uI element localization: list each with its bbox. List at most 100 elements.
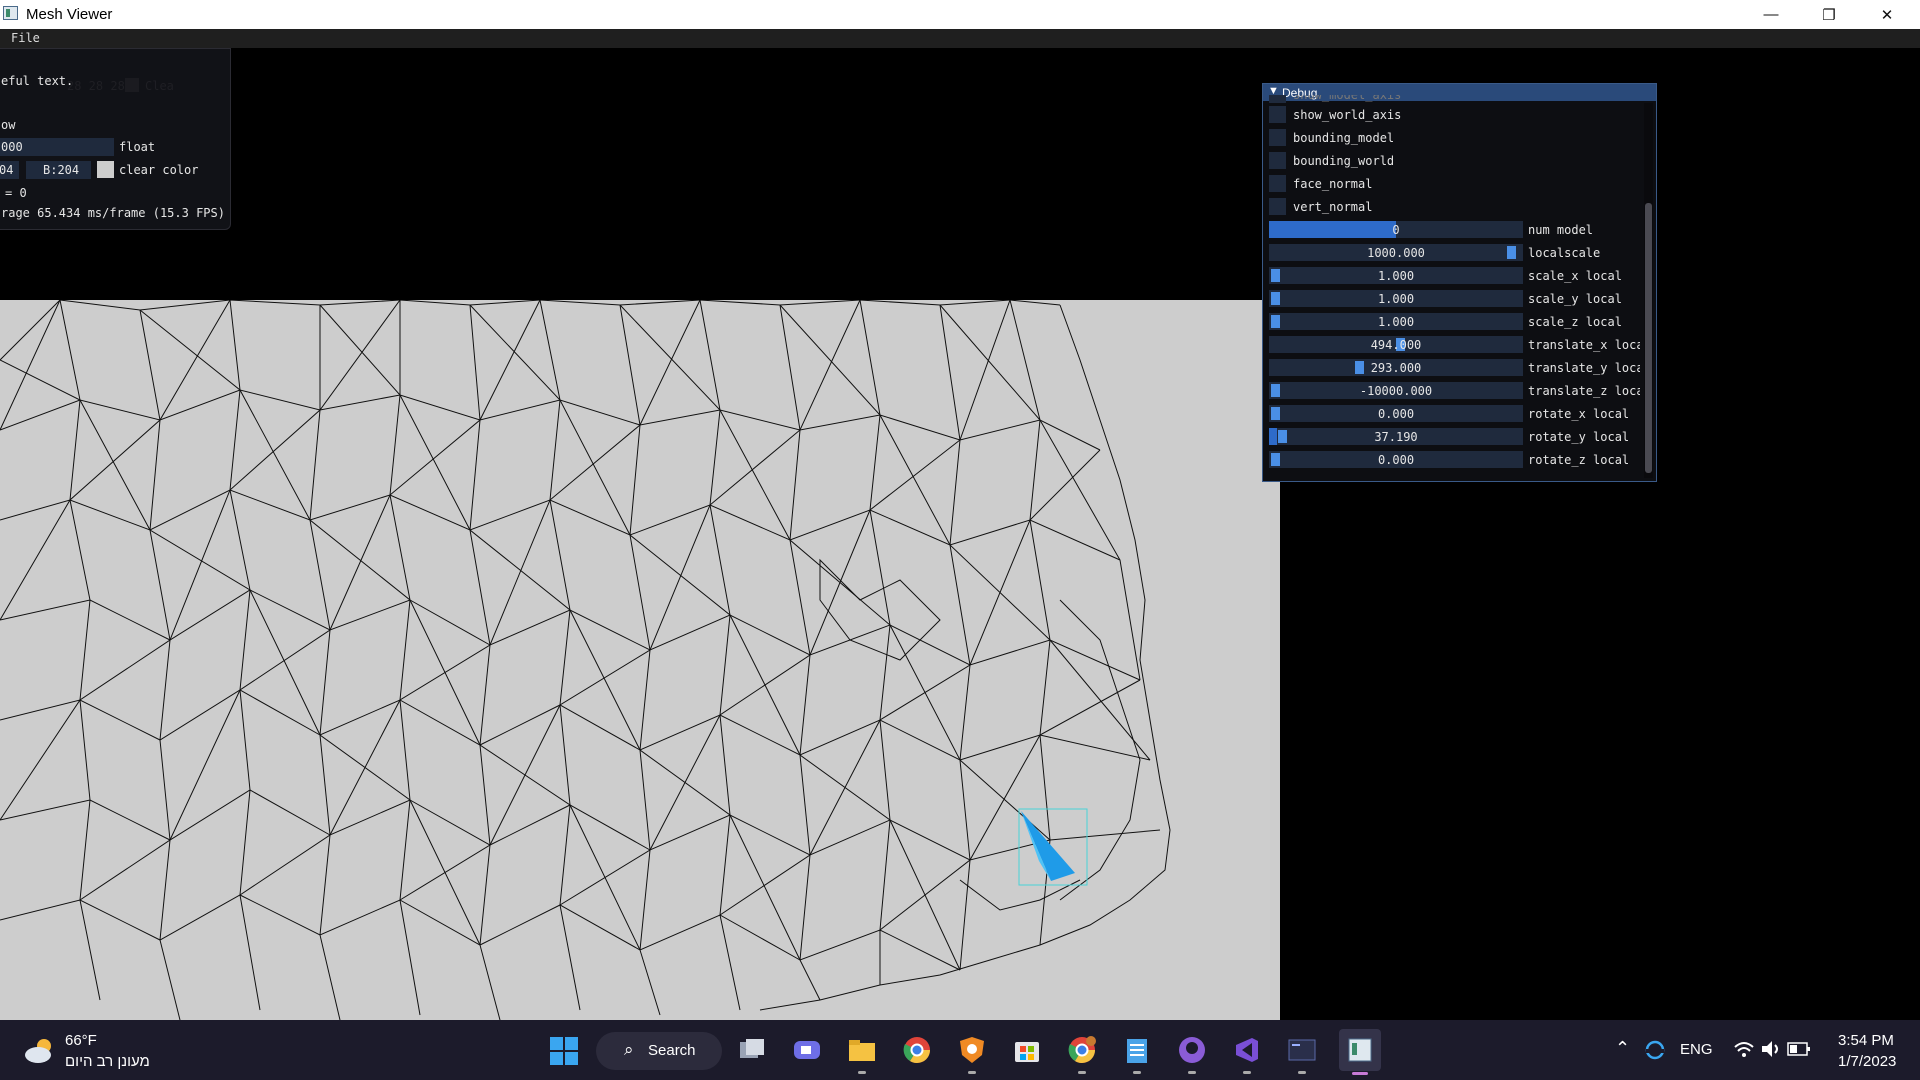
slider-track[interactable]: 0.000 (1269, 451, 1523, 468)
sync-icon[interactable] (1643, 1038, 1667, 1062)
running-indicator (1188, 1071, 1196, 1074)
running-indicator (1298, 1071, 1306, 1074)
visual-studio-icon[interactable] (1229, 1032, 1265, 1074)
slider-track[interactable]: 1.000 (1269, 313, 1523, 330)
checkbox[interactable] (1269, 106, 1286, 123)
checkbox-row-bounding-world[interactable]: bounding_world (1269, 151, 1639, 170)
menu-bar: File (0, 29, 1920, 48)
panel-text: eful text. (1, 74, 74, 88)
checkbox-row-show-world-axis[interactable]: show_world_axis (1269, 105, 1639, 124)
battery-icon[interactable] (1787, 1041, 1811, 1057)
volume-icon[interactable] (1760, 1039, 1782, 1059)
checkbox-label: bounding_world (1293, 154, 1395, 168)
running-indicator (1243, 1071, 1251, 1074)
running-indicator (1078, 1071, 1086, 1074)
chrome-icon[interactable] (899, 1032, 935, 1068)
slider-label: scale_z local (1528, 315, 1622, 329)
slider-track[interactable]: 0.000 (1269, 405, 1523, 422)
active-indicator (1352, 1072, 1368, 1075)
checkbox-row-vert-normal[interactable]: vert_normal (1269, 197, 1639, 216)
chrome-profile-icon[interactable] (1064, 1032, 1100, 1074)
cursor-cone-icon (1018, 808, 1088, 886)
close-button[interactable]: ✕ (1858, 0, 1916, 29)
slider-translate-x[interactable]: 494.000 translate_x local (1269, 335, 1640, 354)
file-explorer-icon[interactable] (844, 1032, 880, 1074)
checkbox[interactable] (1269, 175, 1286, 192)
faded-clear-label: Clea (145, 79, 174, 93)
slider-track[interactable]: 1.000 (1269, 267, 1523, 284)
windows-start-icon[interactable] (549, 1036, 579, 1066)
mesh-scene[interactable] (0, 300, 1280, 1020)
slider-value: 37.190 (1374, 430, 1418, 444)
slider-value: 1.000 (1377, 292, 1415, 306)
checkbox-label: show_model_axis (1293, 95, 1402, 102)
slider-value: 0.000 (1377, 407, 1415, 421)
notepad-icon[interactable] (1119, 1032, 1155, 1074)
checkbox[interactable] (1269, 198, 1286, 215)
slider-translate-z[interactable]: -10000.000 translate_z local (1269, 381, 1640, 400)
checkbox[interactable] (1269, 129, 1286, 146)
slider-track[interactable]: 1.000 (1269, 290, 1523, 307)
slider-track[interactable]: 1000.000 (1269, 244, 1523, 261)
slider-label: rotate_z local (1528, 453, 1630, 467)
app-icon (3, 6, 18, 20)
minimize-button[interactable]: — (1742, 0, 1800, 29)
weather-cloud-icon[interactable] (22, 1036, 58, 1064)
counter-text: = 0 (5, 186, 27, 200)
clear-color-swatch[interactable] (97, 161, 114, 178)
taskbar-search[interactable]: ⌕ Search (596, 1032, 722, 1070)
checkbox[interactable] (1269, 95, 1286, 103)
scrollbar-thumb[interactable] (1645, 203, 1652, 473)
github-desktop-icon[interactable] (1174, 1032, 1210, 1074)
slider-value: -10000.000 (1359, 384, 1433, 398)
menu-file[interactable]: File (11, 31, 40, 45)
terminal-icon[interactable] (1284, 1032, 1320, 1074)
chevron-up-icon[interactable]: ⌃ (1615, 1038, 1630, 1059)
slider-num-model[interactable]: 0 num model (1269, 220, 1639, 239)
maximize-button[interactable]: ❐ (1800, 0, 1858, 29)
running-indicator (858, 1071, 866, 1074)
slider-rotate-z[interactable]: 0.000 rotate_z local (1269, 450, 1639, 469)
color-b-value: B:204 (43, 163, 80, 177)
slider-rotate-x[interactable]: 0.000 rotate_x local (1269, 404, 1639, 423)
mesh-viewer-taskbar-icon[interactable] (1339, 1029, 1381, 1075)
slider-scale-x[interactable]: 1.000 scale_x local (1269, 266, 1639, 285)
slider-track[interactable]: 37.190 (1269, 428, 1523, 445)
store-icon[interactable] (1009, 1032, 1045, 1068)
slider-label: translate_x local (1528, 338, 1640, 352)
clock-date[interactable]: 1/7/2023 (1838, 1053, 1896, 1070)
demo-panel: eful text. 28 28 28 Clea ow 000 float 04… (0, 48, 231, 230)
slider-track[interactable]: 494.000 (1269, 336, 1523, 353)
faded-color-values: 28 28 28 (67, 79, 125, 93)
checkbox-row-bounding-model[interactable]: bounding_model (1269, 128, 1639, 147)
browser-shield-icon[interactable] (954, 1032, 990, 1074)
slider-track[interactable]: 293.000 (1269, 359, 1523, 376)
render-viewport[interactable]: eful text. 28 28 28 Clea ow 000 float 04… (0, 48, 1920, 1020)
slider-localscale[interactable]: 1000.000 localscale (1269, 243, 1639, 262)
checkbox-label: show_world_axis (1293, 108, 1402, 122)
window-title: Mesh Viewer (26, 6, 113, 23)
debug-scrollbar[interactable] (1644, 103, 1653, 478)
taskbar: 66°F מעונן רב היום ⌕ Search ⌃ ENG 3:54 P… (0, 1020, 1920, 1080)
slider-scale-y[interactable]: 1.000 scale_y local (1269, 289, 1639, 308)
language-indicator[interactable]: ENG (1680, 1041, 1713, 1058)
slider-rotate-y[interactable]: 37.190 rotate_y local (1269, 427, 1639, 446)
slider-scale-z[interactable]: 1.000 scale_z local (1269, 312, 1639, 331)
color-g-value: 04 (0, 163, 14, 177)
slider-translate-y[interactable]: 293.000 translate_y local (1269, 358, 1640, 377)
task-view-icon[interactable] (734, 1032, 770, 1068)
title-bar: Mesh Viewer — ❐ ✕ (0, 0, 1920, 29)
checkbox-row-face-normal[interactable]: face_normal (1269, 174, 1639, 193)
checkbox-row-cut[interactable]: show_model_axis (1269, 95, 1639, 105)
slider-track[interactable]: -10000.000 (1269, 382, 1523, 399)
weather-temp[interactable]: 66°F (65, 1032, 97, 1049)
checkbox-label: face_normal (1293, 177, 1373, 191)
slider-value: 1000.000 (1367, 246, 1425, 260)
wifi-icon[interactable] (1733, 1039, 1755, 1059)
slider-track[interactable]: 0 (1269, 221, 1523, 238)
clock-time[interactable]: 3:54 PM (1838, 1032, 1894, 1049)
clear-color-label: clear color (119, 163, 199, 177)
checkbox[interactable] (1269, 152, 1286, 169)
teams-chat-icon[interactable] (789, 1032, 825, 1068)
slider-label: localscale (1528, 246, 1601, 260)
